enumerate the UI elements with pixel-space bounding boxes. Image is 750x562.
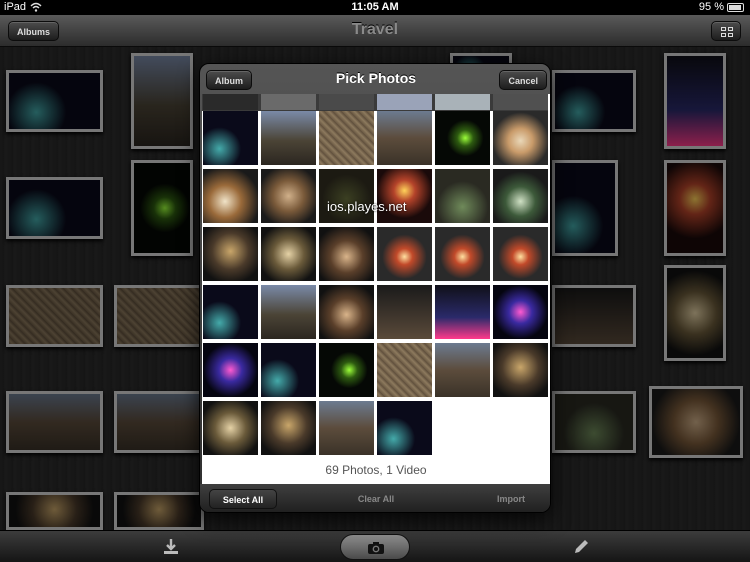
photo-thumbnail[interactable] [377,343,432,397]
popover-footer: Select All Clear All Import [200,484,550,512]
download-icon[interactable] [160,537,182,557]
photo-thumbnail[interactable] [319,343,374,397]
photo-thumbnail[interactable] [435,169,490,223]
photo-thumbnail[interactable] [319,227,374,281]
photo-thumbnail[interactable] [261,169,316,223]
photo-thumbnail[interactable] [203,285,258,339]
bottom-toolbar [0,530,750,562]
photo-picker-grid-area[interactable]: 69 Photos, 1 Video [202,94,550,486]
popover-title: Pick Photos [335,70,417,86]
photo-thumbnail[interactable] [261,285,316,339]
photo-grid [203,94,549,464]
photo-thumbnail[interactable] [435,111,490,165]
photo-thumbnail[interactable] [377,285,432,339]
photo-thumbnail[interactable] [319,285,374,339]
photo-thumbnail[interactable] [377,227,432,281]
pick-photos-popover: Pick Photos Album Cancel 69 Photos, 1 Vi… [199,63,551,513]
photo-thumbnail[interactable] [261,401,316,455]
albums-button[interactable]: Albums [8,21,60,41]
battery-percent: 95 % [698,1,724,13]
photo-thumbnail[interactable] [435,227,490,281]
battery-icon [727,3,744,12]
photo-count: 69 Photos, 1 Video [325,463,427,477]
photo-thumbnail[interactable] [319,169,374,223]
photo-thumbnail[interactable] [203,343,258,397]
popover-header: Pick Photos Album Cancel [200,64,550,94]
photo-thumbnail[interactable] [203,169,258,223]
photo-thumbnail[interactable] [319,111,374,165]
photo-thumbnail[interactable] [377,111,432,165]
photo-thumbnail[interactable] [493,227,548,281]
camera-button[interactable] [340,534,410,560]
nav-bar: Travel [0,15,750,47]
camera-icon [368,542,384,554]
photo-thumbnail[interactable] [435,285,490,339]
page-title: Travel [351,21,399,38]
pencil-icon[interactable] [570,537,592,557]
photo-thumbnail[interactable] [377,169,432,223]
photo-thumbnail[interactable] [203,111,258,165]
album-button[interactable]: Album [206,70,252,90]
status-bar: iPad 11:05 AM 95 % [0,0,750,15]
photo-thumbnail[interactable] [261,343,316,397]
select-all-button[interactable]: Select All [209,489,277,509]
clear-all-button[interactable]: Clear All [344,489,408,509]
photo-thumbnail[interactable] [435,343,490,397]
photo-thumbnail[interactable] [493,343,548,397]
photo-thumbnail[interactable] [261,227,316,281]
photo-thumbnail[interactable] [493,169,548,223]
watermark-text: ios.playes.net [327,199,407,214]
import-button[interactable]: Import [479,489,543,509]
photo-thumbnail[interactable] [493,285,548,339]
grid-view-icon [721,27,733,37]
photo-thumbnail[interactable] [261,111,316,165]
cancel-button[interactable]: Cancel [499,70,547,90]
photo-thumbnail[interactable] [203,227,258,281]
status-time: 11:05 AM [351,1,399,13]
photo-thumbnail[interactable] [493,111,548,165]
grid-view-button[interactable] [711,21,741,41]
photo-thumbnail[interactable] [203,401,258,455]
photo-thumbnail[interactable] [377,401,432,455]
photo-thumbnail[interactable] [319,401,374,455]
